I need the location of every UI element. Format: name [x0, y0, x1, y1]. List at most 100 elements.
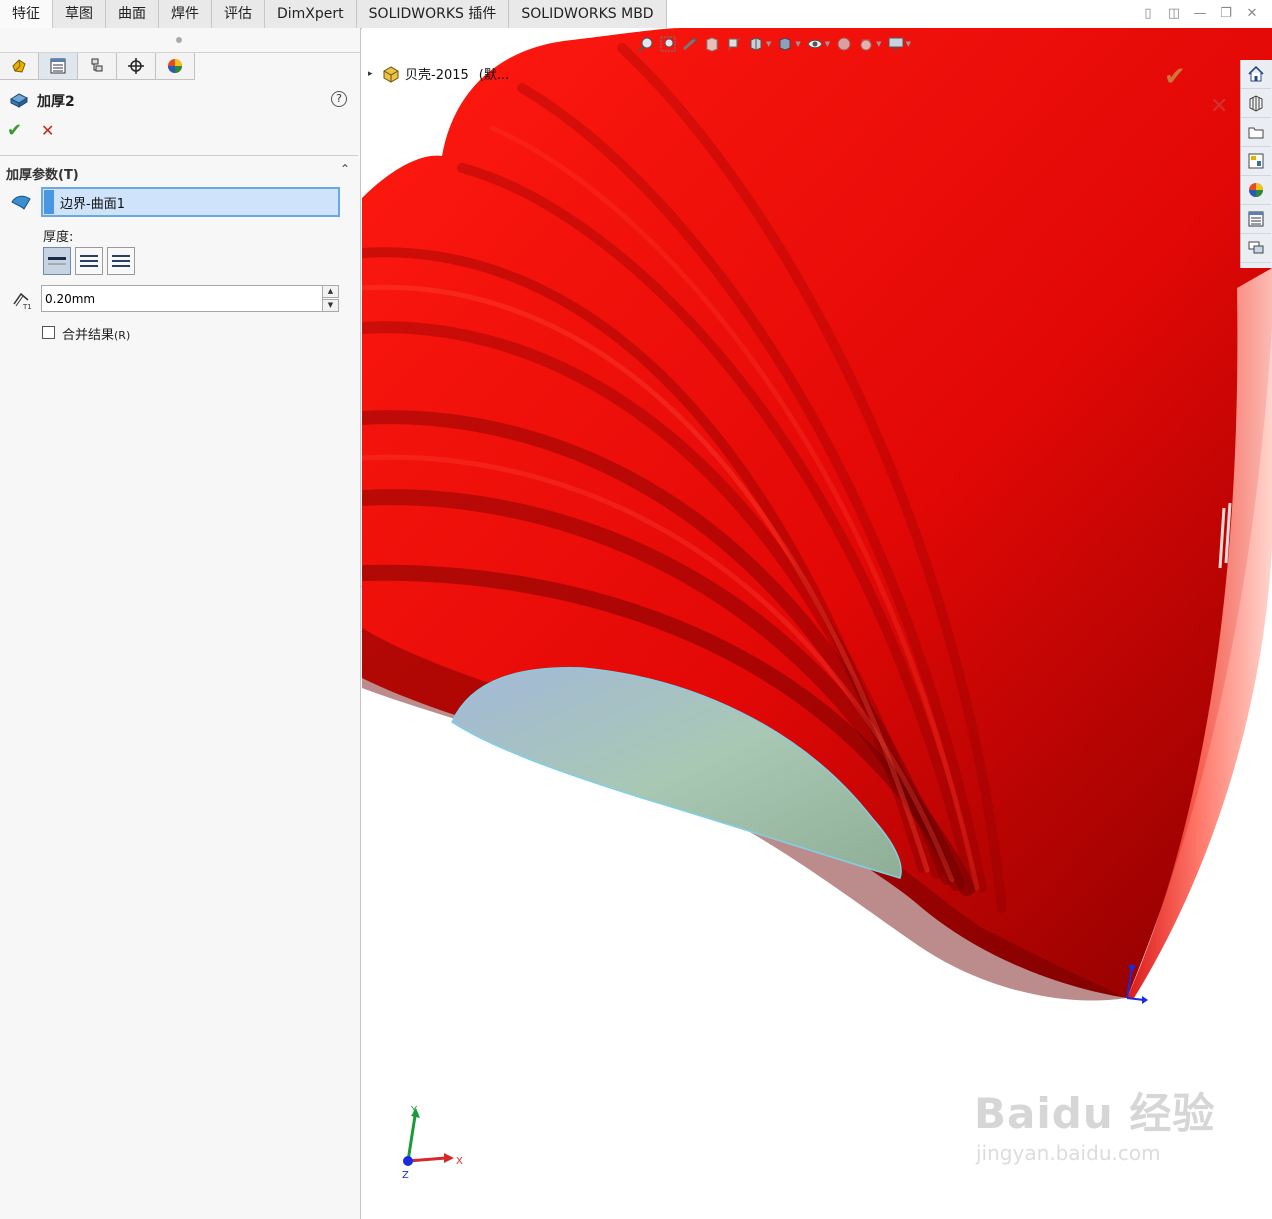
- apply-scene-button[interactable]: [858, 36, 874, 52]
- surface-selection-box[interactable]: 边界-曲面1: [41, 187, 340, 217]
- thicken-side2-button[interactable]: [107, 247, 135, 275]
- heads-up-view-toolbar: ▼ ▼ ▼ ▼ ▼: [638, 32, 911, 56]
- spin-down-button[interactable]: ▼: [322, 299, 339, 312]
- confirmation-corner-cancel[interactable]: ✕: [1210, 94, 1228, 119]
- properties-icon: [1248, 211, 1264, 227]
- view-palette-button[interactable]: [1241, 147, 1271, 176]
- chevron-down-icon[interactable]: ▼: [906, 40, 911, 48]
- divider: [0, 155, 358, 156]
- property-manager-tab[interactable]: [39, 53, 78, 79]
- view-settings-button[interactable]: [888, 36, 904, 52]
- watermark-brand: Baidu 经验: [974, 1089, 1216, 1138]
- merge-result-checkbox[interactable]: [42, 326, 55, 339]
- part-name: 贝壳-2015: [405, 68, 469, 83]
- chevron-down-icon[interactable]: ▼: [876, 40, 881, 48]
- thickness-input[interactable]: [41, 285, 323, 312]
- chat-icon: [1248, 241, 1264, 254]
- tab-features[interactable]: 特征: [0, 0, 53, 28]
- manager-tabs: [0, 53, 195, 80]
- library-icon: [1249, 95, 1263, 112]
- thicken-both-sides-button[interactable]: [75, 247, 103, 275]
- surface-selection-icon: [11, 195, 31, 210]
- part-icon: [383, 65, 399, 83]
- solidworks-resources-button[interactable]: [1241, 60, 1271, 89]
- triad-z-label: Z: [402, 1170, 409, 1181]
- solidworks-forum-button[interactable]: [1241, 234, 1271, 263]
- tile-left-icon[interactable]: ▯: [1140, 6, 1156, 22]
- zoom-to-fit-icon: [638, 37, 653, 52]
- thicken-side1-button[interactable]: [43, 247, 71, 275]
- chevron-down-icon[interactable]: ▼: [825, 40, 830, 48]
- grip-dot: [176, 37, 182, 43]
- reference-triad: Y X Z: [402, 1106, 463, 1181]
- display-style-button[interactable]: [777, 36, 793, 52]
- cancel-button[interactable]: ✕: [41, 121, 54, 140]
- dynamic-annotation-button[interactable]: [726, 36, 742, 52]
- appearances-button[interactable]: [1241, 176, 1271, 205]
- monitor-icon: [888, 37, 904, 51]
- appearance-ball-icon: [168, 59, 182, 73]
- side1-line-b: [48, 263, 66, 265]
- side2-line-c: [112, 265, 130, 267]
- tab-evaluate[interactable]: 评估: [212, 0, 265, 28]
- display-style-icon: [779, 37, 791, 51]
- tab-solidworks-mbd[interactable]: SOLIDWORKS MBD: [509, 0, 667, 28]
- side2-line-a: [112, 255, 130, 257]
- ok-button[interactable]: ✔: [7, 120, 22, 141]
- restore-button[interactable]: ❐: [1218, 6, 1234, 22]
- tab-surfaces[interactable]: 曲面: [106, 0, 159, 28]
- configuration-manager-tab[interactable]: [78, 53, 117, 79]
- property-manager-title: 加厚2: [37, 94, 75, 110]
- dynamic-annotation-icon: [727, 37, 741, 51]
- configuration-name: (默...: [478, 68, 510, 83]
- zoom-to-area-button[interactable]: [660, 36, 676, 52]
- folder-icon: [1248, 127, 1264, 139]
- task-pane: [1240, 60, 1272, 268]
- tab-solidworks-addins[interactable]: SOLIDWORKS 插件: [356, 0, 510, 28]
- help-icon[interactable]: ?: [331, 91, 347, 107]
- hide-show-items-button[interactable]: [807, 36, 823, 52]
- tab-weldments[interactable]: 焊件: [159, 0, 212, 28]
- edit-appearance-button[interactable]: [836, 36, 852, 52]
- tab-dimxpert[interactable]: DimXpert: [265, 0, 357, 28]
- previous-view-button[interactable]: [682, 36, 698, 52]
- section-view-icon: [706, 37, 718, 52]
- display-manager-tab[interactable]: [156, 53, 195, 79]
- feature-manager-icon: [12, 59, 26, 73]
- property-manager-panel: 加厚2 ? ✔ ✕ 加厚参数(T) ⌃ 边界-曲面1 厚度: T1 ▲ ▼ 合并…: [0, 28, 361, 1219]
- feature-manager-tab[interactable]: [0, 53, 39, 79]
- property-manager-icon: [50, 58, 66, 74]
- dimxpert-manager-tab[interactable]: [117, 53, 156, 79]
- chevron-down-icon[interactable]: ▼: [795, 40, 800, 48]
- window-controls: ▯ ◫ — ❐ ✕: [1140, 6, 1260, 22]
- view-orientation-button[interactable]: [748, 36, 764, 52]
- view-palette-icon: [1248, 153, 1264, 169]
- both-line-c: [80, 265, 98, 267]
- panel-grip[interactable]: [0, 28, 360, 53]
- custom-properties-button[interactable]: [1241, 205, 1271, 234]
- chevron-down-icon[interactable]: ▼: [766, 40, 771, 48]
- configuration-manager-icon: [91, 58, 103, 72]
- chevron-up-icon[interactable]: ⌃: [340, 162, 350, 176]
- graphics-viewport[interactable]: ▼ ▼ ▼ ▼ ▼ ▸ 贝壳-2015 (默... ✔ ✕ Y X Z Baid…: [362, 28, 1272, 1219]
- design-library-button[interactable]: [1241, 89, 1271, 118]
- triad-y-label: Y: [410, 1106, 418, 1116]
- scene-icon: [860, 39, 872, 51]
- selected-surface-item[interactable]: 边界-曲面1: [60, 193, 125, 212]
- tab-sketch[interactable]: 草图: [53, 0, 106, 28]
- close-button[interactable]: ✕: [1244, 6, 1260, 22]
- feature-tree-flyout[interactable]: ▸ 贝壳-2015 (默...: [368, 64, 509, 83]
- section-view-button[interactable]: [704, 36, 720, 52]
- zoom-to-fit-button[interactable]: [638, 36, 654, 52]
- tile-right-icon[interactable]: ◫: [1166, 6, 1182, 22]
- file-explorer-button[interactable]: [1241, 118, 1271, 147]
- minimize-button[interactable]: —: [1192, 6, 1208, 22]
- tree-expand-arrow[interactable]: ▸: [368, 69, 382, 79]
- thicken-parameters-group-title[interactable]: 加厚参数(T): [6, 164, 79, 183]
- both-line-a: [80, 255, 98, 257]
- selection-color-swatch: [44, 190, 54, 214]
- merge-result-label[interactable]: 合并结果(R): [62, 324, 130, 343]
- triad-x-label: X: [456, 1156, 463, 1167]
- confirmation-corner-ok[interactable]: ✔: [1164, 62, 1186, 92]
- spin-up-button[interactable]: ▲: [322, 285, 339, 298]
